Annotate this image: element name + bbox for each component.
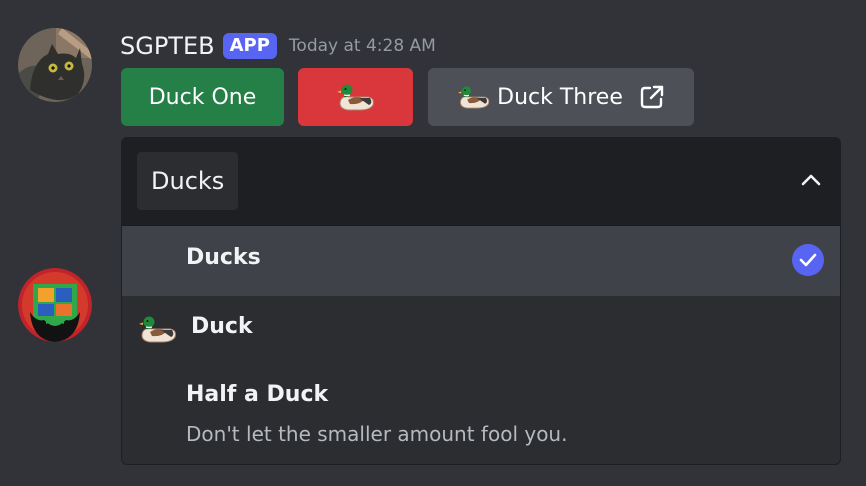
select-option-half-a-duck[interactable]: Half a Duck Don't let the smaller amount…: [122, 364, 840, 464]
duck-emoji-button[interactable]: [298, 68, 413, 126]
select-option-ducks[interactable]: Ducks: [122, 226, 840, 296]
option-label: Half a Duck: [186, 382, 329, 407]
external-link-icon: [639, 84, 665, 110]
message-header: SGPTEB APP Today at 4:28 AM: [120, 30, 436, 62]
duck-select-menu[interactable]: Ducks Ducks Duck Half a Duck Don't let t…: [121, 137, 841, 465]
duck-three-button-label: Duck Three: [497, 84, 623, 110]
selected-value-chip: Ducks: [137, 152, 239, 210]
select-option-duck[interactable]: Duck: [122, 296, 840, 364]
duck-emoji-icon: [457, 84, 491, 110]
duck-three-link-button[interactable]: Duck Three: [428, 68, 694, 126]
author-avatar[interactable]: [18, 28, 92, 102]
duck-emoji-icon: [138, 314, 178, 344]
duck-one-button[interactable]: Duck One: [121, 68, 284, 126]
cat-photo-avatar: [18, 28, 92, 102]
bearded-avatar: [18, 268, 92, 342]
duck-emoji-icon: [336, 82, 376, 112]
option-description: Don't let the smaller amount fool you.: [186, 422, 568, 446]
selected-value-label: Ducks: [151, 167, 225, 195]
option-label: Ducks: [186, 245, 261, 270]
select-menu-header[interactable]: Ducks: [122, 138, 840, 226]
author-username[interactable]: SGPTEB: [120, 32, 215, 60]
option-label: Duck: [191, 314, 253, 339]
user-avatar[interactable]: [18, 268, 92, 342]
check-circle-icon: [792, 244, 824, 276]
chevron-up-icon[interactable]: [800, 172, 822, 188]
app-tag-badge: APP: [222, 33, 277, 59]
message-timestamp[interactable]: Today at 4:28 AM: [289, 36, 436, 56]
duck-one-button-label: Duck One: [148, 84, 257, 110]
